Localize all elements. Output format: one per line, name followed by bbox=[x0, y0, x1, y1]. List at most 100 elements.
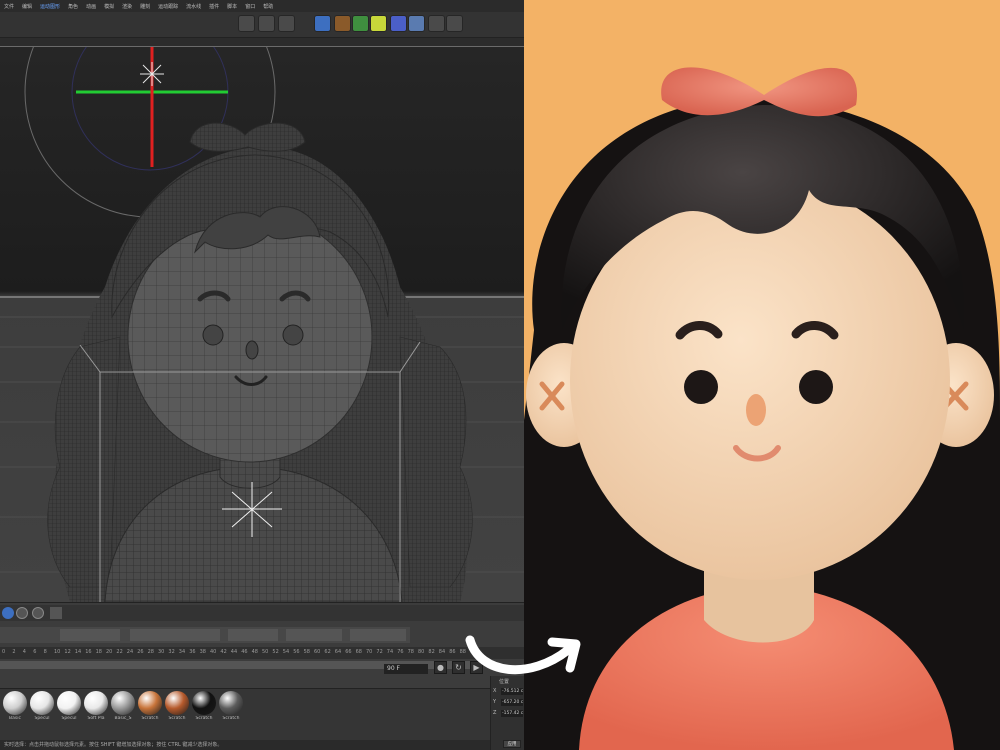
render-picture-icon[interactable] bbox=[258, 15, 275, 32]
menu-bar: 文件 编辑 运动图形 角色 动画 模拟 渲染 雕刻 运动跟踪 流水线 插件 脚本… bbox=[0, 0, 524, 12]
ruler-tick: 14 bbox=[74, 649, 82, 655]
ruler-tick: 38 bbox=[199, 649, 206, 655]
render-settings-icon[interactable] bbox=[278, 15, 295, 32]
3d-editor-window: 文件 编辑 运动图形 角色 动画 模拟 渲染 雕刻 运动跟踪 流水线 插件 脚本… bbox=[0, 0, 524, 750]
rendered-character bbox=[524, 67, 1000, 750]
ruler-tick: 56 bbox=[293, 649, 300, 655]
material-label: Scratch bbox=[168, 716, 186, 721]
material-label: Basic_S bbox=[114, 716, 132, 721]
ruler-tick: 12 bbox=[64, 649, 71, 655]
ruler-tick: 62 bbox=[324, 649, 331, 655]
ruler-tick: 28 bbox=[147, 649, 154, 655]
status-bar: 实时选择：点击并拖动鼠标选择元素。按住 SHIFT 键增加选择对象；按住 CTR… bbox=[0, 740, 490, 750]
menu-item[interactable]: 帮助 bbox=[263, 3, 273, 10]
ruler-tick: 36 bbox=[189, 649, 196, 655]
workplane-icon[interactable] bbox=[32, 607, 44, 619]
menu-item[interactable]: 文件 bbox=[4, 3, 14, 10]
light-icon[interactable] bbox=[446, 15, 463, 32]
layer-toolbar bbox=[0, 627, 410, 643]
material-preview bbox=[138, 691, 162, 715]
material-label: Specul bbox=[61, 716, 77, 721]
axis-lock-icon[interactable] bbox=[50, 607, 62, 619]
menu-item[interactable]: 脚本 bbox=[227, 3, 237, 10]
ruler-tick: 76 bbox=[397, 649, 404, 655]
menu-item[interactable]: 窗口 bbox=[245, 3, 255, 10]
material-swatch[interactable]: Scratch bbox=[137, 691, 163, 721]
ruler-tick: 8 bbox=[43, 649, 47, 655]
timeline-ruler[interactable]: 0 2 4 6 8 10 12 14 16 18 20 22 24 26 28 30 32 34 36 38 40 42 4… bbox=[0, 647, 524, 659]
ruler-tick: 10 bbox=[54, 649, 61, 655]
material-label: Basic bbox=[9, 716, 21, 721]
ruler-tick: 50 bbox=[262, 649, 269, 655]
menu-item[interactable]: 渲染 bbox=[122, 3, 132, 10]
material-preview bbox=[219, 691, 243, 715]
layer-button[interactable] bbox=[286, 629, 342, 641]
menu-item[interactable]: 运动跟踪 bbox=[158, 3, 178, 10]
material-preview bbox=[30, 691, 54, 715]
coord-row-y: Y -657.20 cm bbox=[493, 699, 523, 707]
object-mode-icon[interactable] bbox=[2, 607, 14, 619]
material-preview bbox=[84, 691, 108, 715]
3d-viewport[interactable] bbox=[0, 47, 524, 602]
ruler-tick: 22 bbox=[116, 649, 123, 655]
ruler-tick: 0 bbox=[2, 649, 6, 655]
material-label: Soft Pla bbox=[87, 716, 105, 721]
material-preview bbox=[111, 691, 135, 715]
menu-item[interactable]: 角色 bbox=[68, 3, 78, 10]
material-swatch[interactable]: Scratch bbox=[164, 691, 190, 721]
menu-item[interactable]: 雕刻 bbox=[140, 3, 150, 10]
cube-primitive-icon[interactable] bbox=[314, 15, 331, 32]
viewport-header bbox=[0, 38, 524, 47]
snap-icon[interactable] bbox=[16, 607, 28, 619]
coord-row-z: Z -157.42 cm bbox=[493, 710, 523, 718]
coord-value[interactable]: -657.20 cm bbox=[501, 699, 523, 706]
ruler-tick: 52 bbox=[272, 649, 279, 655]
ruler-tick: 58 bbox=[303, 649, 310, 655]
ruler-tick: 20 bbox=[106, 649, 113, 655]
ruler-tick: 78 bbox=[407, 649, 414, 655]
material-swatch[interactable]: Specul bbox=[56, 691, 82, 721]
layer-button[interactable] bbox=[60, 629, 120, 641]
material-swatch[interactable]: Basic_S bbox=[110, 691, 136, 721]
ruler-tick: 32 bbox=[168, 649, 175, 655]
apply-button[interactable]: 应用 bbox=[503, 740, 521, 748]
ruler-tick: 2 bbox=[12, 649, 16, 655]
record-icon[interactable]: ● bbox=[434, 661, 447, 674]
coord-axis: Y bbox=[493, 699, 497, 705]
material-preview bbox=[3, 691, 27, 715]
ruler-tick: 46 bbox=[241, 649, 248, 655]
layer-button[interactable] bbox=[350, 629, 406, 641]
coord-value[interactable]: -157.42 cm bbox=[501, 710, 523, 717]
camera-icon[interactable] bbox=[428, 15, 445, 32]
material-swatch[interactable]: Scratch bbox=[218, 691, 244, 721]
material-swatch[interactable]: Specul bbox=[29, 691, 55, 721]
render-view-icon[interactable] bbox=[238, 15, 255, 32]
material-label: Scratch bbox=[195, 716, 213, 721]
menu-item[interactable]: 插件 bbox=[209, 3, 219, 10]
ruler-tick: 70 bbox=[366, 649, 373, 655]
subdivision-icon[interactable] bbox=[370, 15, 387, 32]
menu-item[interactable]: 编辑 bbox=[22, 3, 32, 10]
ruler-tick: 6 bbox=[33, 649, 37, 655]
floor-icon[interactable] bbox=[408, 15, 425, 32]
layer-button[interactable] bbox=[228, 629, 278, 641]
coord-axis: Z bbox=[493, 710, 497, 716]
nurbs-icon[interactable] bbox=[352, 15, 369, 32]
ruler-tick: 80 bbox=[418, 649, 425, 655]
menu-item[interactable]: 模拟 bbox=[104, 3, 114, 10]
material-swatch[interactable]: Basic bbox=[2, 691, 28, 721]
material-swatch[interactable]: Scratch bbox=[191, 691, 217, 721]
ruler-tick: 4 bbox=[22, 649, 26, 655]
wireframe-model bbox=[0, 47, 524, 602]
pen-spline-icon[interactable] bbox=[334, 15, 351, 32]
menu-item[interactable]: 流水线 bbox=[186, 3, 201, 10]
layer-button[interactable] bbox=[130, 629, 220, 641]
material-label: Specul bbox=[34, 716, 50, 721]
material-swatch[interactable]: Soft Pla bbox=[83, 691, 109, 721]
menu-item[interactable]: 运动图形 bbox=[40, 3, 60, 10]
deformer-icon[interactable] bbox=[390, 15, 407, 32]
ruler-tick: 18 bbox=[95, 649, 102, 655]
frame-field[interactable]: 90 F bbox=[384, 664, 428, 674]
mode-toolbar bbox=[0, 605, 524, 621]
menu-item[interactable]: 动画 bbox=[86, 3, 96, 10]
